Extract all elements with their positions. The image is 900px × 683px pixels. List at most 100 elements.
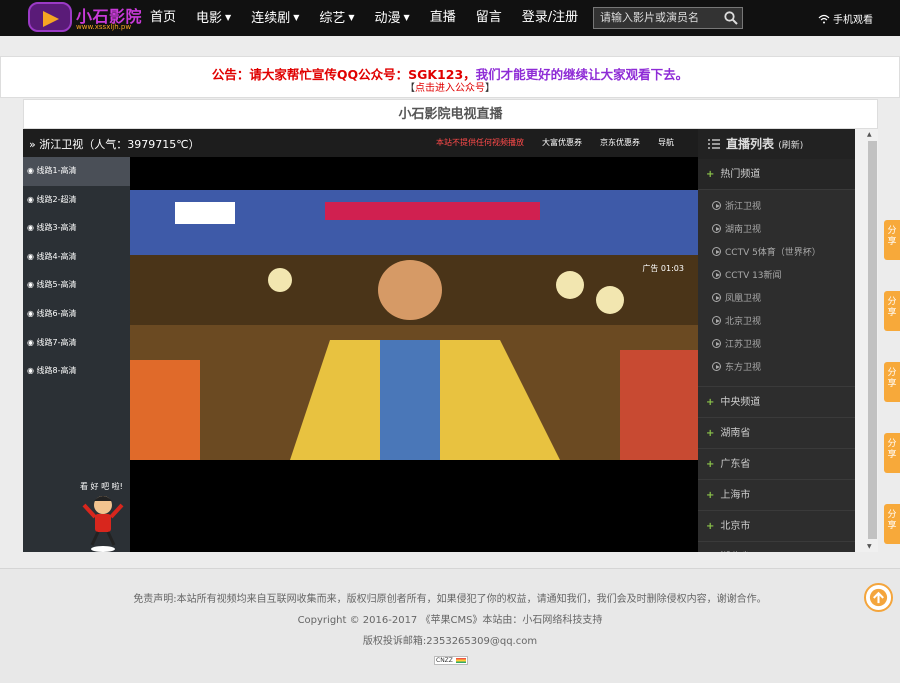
nav-item-label: 动漫 bbox=[374, 11, 401, 26]
video-frame-image bbox=[130, 190, 698, 460]
share-tab-0[interactable]: 分享 bbox=[884, 220, 900, 260]
player-header: » 浙江卫视（人气：3979715℃） 本站不提供任何视频播放 大富优惠券 京东优惠… bbox=[23, 129, 698, 157]
nav-item-0[interactable]: 首页 bbox=[140, 0, 186, 36]
player-header-link-3[interactable]: 导航 bbox=[658, 137, 674, 148]
channel-item[interactable]: CCTV 13新闻 bbox=[698, 265, 855, 288]
channel-item[interactable]: 凤凰卫视 bbox=[698, 288, 855, 311]
play-circle-icon bbox=[712, 270, 721, 279]
play-circle-icon bbox=[712, 293, 721, 302]
source-line-6[interactable]: ◉ 线路6-高清 bbox=[23, 300, 130, 329]
channel-item[interactable]: 北京卫视 bbox=[698, 311, 855, 334]
current-channel-title: » 浙江卫视（人气：3979715℃） bbox=[29, 138, 200, 151]
mascot-image: 看 好 吧 啦! bbox=[80, 481, 124, 552]
expand-icon: + bbox=[706, 397, 715, 408]
page-scrollbar[interactable]: ▲ ▼ bbox=[855, 129, 878, 552]
play-circle-icon bbox=[712, 339, 721, 348]
share-tab-3[interactable]: 分享 bbox=[884, 433, 900, 473]
page-title: 小石影院电视直播 bbox=[23, 99, 878, 129]
search-box bbox=[593, 7, 743, 29]
source-line-7[interactable]: ◉ 线路7-高清 bbox=[23, 329, 130, 358]
nav-item-label: 留言 bbox=[475, 10, 502, 25]
source-line-8[interactable]: ◉ 线路8-高清 bbox=[23, 357, 130, 386]
nav-item-6[interactable]: 留言 bbox=[466, 0, 512, 36]
wechat-account-link[interactable]: 点击进入公众号 bbox=[415, 83, 485, 94]
caret-down-icon: ▼ bbox=[225, 13, 232, 22]
nav-item-2[interactable]: 连续剧 ▼ bbox=[241, 0, 309, 36]
channel-group[interactable]: + 广东省 bbox=[698, 449, 855, 480]
video-area[interactable]: 广告 01:03 bbox=[130, 157, 698, 552]
footer: 免责声明:本站所有视频均来自互联网收集而来，版权归原创者所有，如果侵犯了你的权益… bbox=[0, 568, 900, 683]
play-circle-icon bbox=[712, 247, 721, 256]
channel-group-label: 北京市 bbox=[720, 521, 751, 532]
channel-item[interactable]: CCTV 5体育（世界杯） bbox=[698, 242, 855, 265]
svg-text:看 好 吧 啦!: 看 好 吧 啦! bbox=[80, 481, 123, 491]
nav-item-label: 连续剧 bbox=[251, 11, 291, 26]
share-tab-1[interactable]: 分享 bbox=[884, 291, 900, 331]
channel-item[interactable]: 湖南卫视 bbox=[698, 219, 855, 242]
scroll-down-arrow-icon[interactable]: ▼ bbox=[867, 543, 872, 550]
play-logo-icon bbox=[28, 2, 72, 32]
play-circle-icon bbox=[712, 201, 721, 210]
channel-group[interactable]: + 北京市 bbox=[698, 511, 855, 542]
list-icon bbox=[708, 139, 720, 149]
channel-group[interactable]: + 上海市 bbox=[698, 480, 855, 511]
channel-group-label: 湖南省 bbox=[720, 428, 751, 439]
search-icon[interactable] bbox=[724, 11, 738, 25]
mobile-view-link[interactable]: 手机观看 bbox=[818, 11, 873, 26]
ad-timer: 广告 01:03 bbox=[642, 264, 684, 273]
mobile-label: 手机观看 bbox=[833, 15, 873, 26]
scroll-thumb[interactable] bbox=[868, 141, 877, 539]
nav-item-label: 首页 bbox=[150, 10, 177, 25]
channel-group[interactable]: +湖北省 bbox=[698, 542, 855, 552]
player-header-link-2[interactable]: 京东优惠券 bbox=[600, 137, 640, 148]
bracket-open: 【 bbox=[405, 83, 415, 94]
channel-item-label: 凤凰卫视 bbox=[725, 294, 762, 304]
nav-item-1[interactable]: 电影 ▼ bbox=[186, 0, 241, 36]
channel-item-label: 湖南卫视 bbox=[725, 225, 762, 235]
player-header-link-1[interactable]: 大富优惠券 bbox=[542, 137, 582, 148]
source-line-5[interactable]: ◉ 线路5-高清 bbox=[23, 271, 130, 300]
nav-item-label: 直播 bbox=[429, 10, 456, 25]
caret-down-icon: ▼ bbox=[403, 13, 410, 22]
scroll-up-arrow-icon[interactable]: ▲ bbox=[867, 131, 872, 138]
nav-item-label: 电影 bbox=[196, 11, 223, 26]
channel-group-label: 中央频道 bbox=[720, 397, 761, 408]
channel-item[interactable]: 江苏卫视 bbox=[698, 334, 855, 357]
search-input[interactable] bbox=[600, 8, 720, 28]
refresh-link[interactable]: (刷新) bbox=[778, 141, 803, 151]
channel-group-label: 广东省 bbox=[720, 459, 751, 470]
share-tab-4[interactable]: 分享 bbox=[884, 504, 900, 544]
player-header-link-0[interactable]: 本站不提供任何视频播放 bbox=[436, 137, 524, 148]
cnzz-badge[interactable]: CNZZ bbox=[434, 656, 468, 665]
expand-icon: + bbox=[706, 169, 715, 180]
channel-group-hot[interactable]: + 热门频道 bbox=[698, 159, 855, 190]
share-tab-2[interactable]: 分享 bbox=[884, 362, 900, 402]
channel-group[interactable]: + 湖南省 bbox=[698, 418, 855, 449]
nav-item-3[interactable]: 综艺 ▼ bbox=[309, 0, 364, 36]
back-to-top-icon[interactable] bbox=[864, 583, 893, 612]
play-circle-icon bbox=[712, 316, 721, 325]
channel-item[interactable]: 浙江卫视 bbox=[698, 196, 855, 219]
play-circle-icon bbox=[712, 362, 721, 371]
nav-item-5[interactable]: 直播 bbox=[420, 0, 466, 36]
complaint-email: 版权投诉邮箱:2353265309@qq.com bbox=[362, 636, 538, 647]
channel-item[interactable]: 东方卫视 bbox=[698, 357, 855, 380]
channel-item-label: 东方卫视 bbox=[725, 363, 762, 373]
channel-item-label: 北京卫视 bbox=[725, 317, 762, 327]
channel-sidebar: 直播列表 (刷新) + 热门频道 浙江卫视 湖南卫视 CCTV 5体育（世界杯） CCT… bbox=[698, 129, 855, 552]
source-line-3[interactable]: ◉ 线路3-高清 bbox=[23, 214, 130, 243]
channel-group-label: 上海市 bbox=[720, 490, 751, 501]
nav-item-7[interactable]: 登录/注册 bbox=[512, 0, 588, 36]
source-line-4[interactable]: ◉ 线路4-高清 bbox=[23, 243, 130, 272]
expand-icon: + bbox=[706, 490, 715, 501]
source-line-1[interactable]: ◉ 线路1-高清 bbox=[23, 157, 130, 186]
nav-item-4[interactable]: 动漫 ▼ bbox=[365, 0, 420, 36]
channel-item-label: CCTV 5体育（世界杯） bbox=[725, 248, 821, 258]
channel-group[interactable]: + 中央频道 bbox=[698, 387, 855, 418]
nav-item-label: 综艺 bbox=[319, 11, 346, 26]
play-circle-icon bbox=[712, 224, 721, 233]
source-line-2[interactable]: ◉ 线路2-超清 bbox=[23, 186, 130, 215]
site-logo[interactable]: 小石影院 www.xssxljh.pw bbox=[28, 2, 142, 34]
top-navbar: 小石影院 www.xssxljh.pw 首页 电影 ▼ 连续剧 ▼ 综艺 ▼ 动漫 ▼ 直播 留言登… bbox=[0, 0, 900, 36]
channel-group-list: + 中央频道 + 湖南省 + 广东省 + 上海市 + 北京市 +湖北省 bbox=[698, 387, 855, 552]
